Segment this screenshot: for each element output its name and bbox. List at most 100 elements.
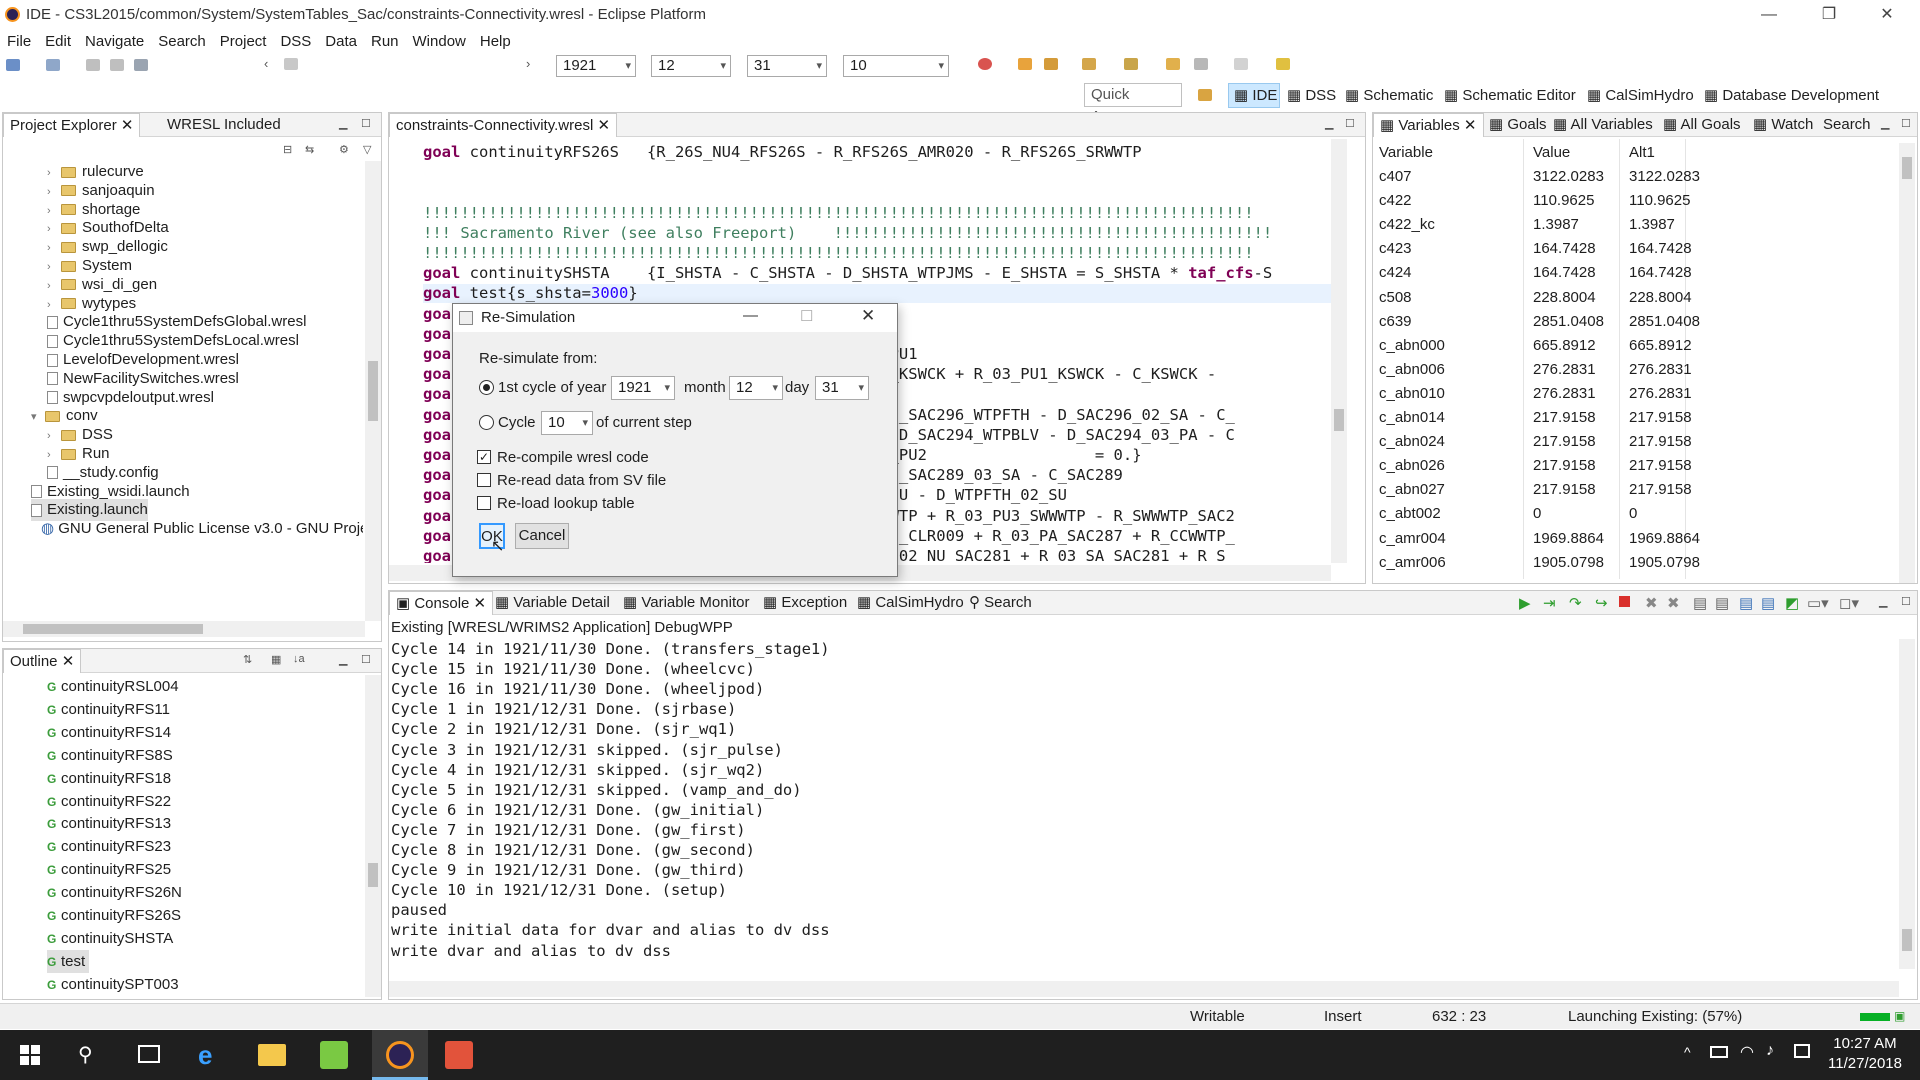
camtasia-icon[interactable]: [320, 1041, 348, 1069]
new-project-icon[interactable]: [46, 59, 60, 71]
tab-goals[interactable]: ▦ Goals: [1483, 113, 1553, 137]
debug-icon[interactable]: [978, 58, 992, 70]
dialog-month-combo[interactable]: 12 ▾: [729, 376, 783, 400]
show-on-output-icon[interactable]: ▤: [1739, 594, 1753, 612]
scrollbar-thumb[interactable]: [1902, 929, 1912, 951]
edit-icon[interactable]: [1044, 58, 1058, 70]
progress-bar[interactable]: [1860, 1013, 1890, 1021]
table-row[interactable]: c422 110.9625 110.9625: [1373, 189, 1893, 213]
tab-calsimhydro[interactable]: ▦ CalSimHydro: [851, 591, 970, 615]
table-row[interactable]: c_amr004 1969.8864 1969.8864: [1373, 527, 1893, 551]
maximize-view-icon[interactable]: ☐: [1345, 117, 1355, 130]
remove-all-icon[interactable]: ✖: [1667, 594, 1680, 612]
outline-item[interactable]: GcontinuityRFS26N: [47, 881, 182, 904]
table-row[interactable]: c_abn000 665.8912 665.8912: [1373, 334, 1893, 358]
minimize-view-icon[interactable]: ▁: [1879, 595, 1887, 608]
outline-item[interactable]: GcontinuitySPT003: [47, 973, 179, 996]
outline-item[interactable]: GcontinuityRSL004: [47, 675, 179, 698]
tab-watch[interactable]: ▦ Watch: [1747, 113, 1819, 137]
step-return-icon[interactable]: ↪: [1595, 594, 1608, 612]
open-perspective-icon[interactable]: [1198, 89, 1212, 101]
pin-icon[interactable]: [1276, 58, 1290, 70]
tab-editor-file[interactable]: constraints-Connectivity.wresl ✕: [389, 113, 618, 137]
scroll-lock-icon[interactable]: ▤: [1693, 594, 1707, 612]
resume-icon[interactable]: ▶: [1519, 594, 1531, 612]
recorder-icon[interactable]: [445, 1041, 473, 1069]
dialog-year-combo[interactable]: 1921 ▾: [611, 376, 675, 400]
outline-item[interactable]: GcontinuityRFS11: [47, 698, 170, 721]
step-icon[interactable]: ⇥: [1543, 594, 1556, 612]
menu-data[interactable]: Data: [325, 33, 357, 50]
tab-all-variables[interactable]: ▦ All Variables: [1547, 113, 1659, 137]
outline-item[interactable]: GcontinuityRFS26S: [47, 904, 181, 927]
menu-search[interactable]: Search: [158, 33, 206, 50]
dialog-day-combo[interactable]: 31 ▾: [815, 376, 869, 400]
table-row[interactable]: c_abn027 217.9158 217.9158: [1373, 478, 1893, 502]
clock-time[interactable]: 10:27 AM: [1830, 1035, 1900, 1052]
menu-edit[interactable]: Edit: [45, 33, 71, 50]
next-annotation-icon[interactable]: [1082, 58, 1096, 70]
search-icon[interactable]: ⚲: [78, 1042, 93, 1067]
last-edit-icon[interactable]: [1166, 58, 1180, 70]
file-explorer-icon[interactable]: [258, 1044, 286, 1066]
year-combo[interactable]: 1921 ▾: [556, 55, 636, 77]
table-row[interactable]: c_abn006 276.2831 276.2831: [1373, 358, 1893, 382]
view-menu-chevron-icon[interactable]: ▽: [363, 143, 371, 156]
maximize-view-icon[interactable]: ☐: [361, 117, 371, 130]
perspective-schematic[interactable]: ▦ Schematic: [1345, 86, 1433, 104]
terminate-icon[interactable]: [1619, 596, 1630, 607]
tab-all-goals[interactable]: ▦ All Goals: [1657, 113, 1747, 137]
outline-item[interactable]: GcontinuityRFS18: [47, 767, 171, 790]
table-row[interactable]: c422_kc 1.3987 1.3987: [1373, 213, 1893, 237]
dialog-cycle-combo[interactable]: 10 ▾: [541, 411, 593, 435]
minimize-view-icon[interactable]: ▁: [1881, 117, 1889, 130]
scrollbar-thumb[interactable]: [1334, 409, 1344, 431]
task-view-icon[interactable]: [138, 1045, 160, 1063]
outline-item[interactable]: GcontinuityRFS23: [47, 835, 171, 858]
console-output[interactable]: Cycle 14 in 1921/11/30 Done. (transfers_…: [391, 639, 1891, 969]
open-folder-icon[interactable]: [1018, 58, 1032, 70]
table-row[interactable]: c_abt002 0 0: [1373, 502, 1893, 526]
new-icon[interactable]: [6, 59, 20, 71]
filter-icon[interactable]: ▦: [271, 653, 281, 666]
tree-item[interactable]: ◍ GNU General Public License v3.0 - GNU …: [41, 518, 363, 540]
chevron-down-icon[interactable]: ▾: [31, 406, 45, 428]
menu-dss[interactable]: DSS: [280, 33, 311, 50]
table-row[interactable]: c_abn024 217.9158 217.9158: [1373, 430, 1893, 454]
scrollbar-thumb[interactable]: [368, 361, 378, 421]
outline-item[interactable]: GcontinuitySHSTA: [47, 927, 173, 950]
table-row[interactable]: c424 164.7428 164.7428: [1373, 261, 1893, 285]
maximize-view-icon[interactable]: ☐: [1901, 117, 1911, 130]
day-combo[interactable]: 31 ▾: [747, 55, 827, 77]
keyboard-icon[interactable]: [1794, 1044, 1810, 1058]
table-header-cell[interactable]: Alt1: [1629, 141, 1655, 165]
minimize-view-icon[interactable]: ▁: [339, 653, 347, 666]
table-row[interactable]: c_abn010 276.2831 276.2831: [1373, 382, 1893, 406]
back-arrow-icon[interactable]: ‹: [264, 56, 268, 71]
print-icon[interactable]: [134, 59, 148, 71]
scrollbar-thumb[interactable]: [23, 624, 203, 634]
minimize-view-icon[interactable]: ▁: [339, 117, 347, 130]
perspective-ide[interactable]: ▦ IDE: [1234, 86, 1277, 104]
toggle-icon[interactable]: [284, 58, 298, 70]
perspective-calsimhydro[interactable]: ▦ CalSimHydro: [1587, 86, 1694, 104]
tree-scrollbar[interactable]: [365, 161, 381, 621]
tab-wresl-included[interactable]: WRESL Included: [161, 113, 287, 137]
outline-item[interactable]: GcontinuityRFS25: [47, 858, 171, 881]
month-combo[interactable]: 12 ▾: [651, 55, 731, 77]
table-row[interactable]: c_abn026 217.9158 217.9158: [1373, 454, 1893, 478]
windows-start-icon[interactable]: [20, 1045, 40, 1065]
sort-icon[interactable]: ⇅: [243, 653, 252, 666]
menu-run[interactable]: Run: [371, 33, 399, 50]
tab-variable-detail[interactable]: ▦ Variable Detail: [489, 591, 616, 615]
recompile-checkbox[interactable]: ✓: [477, 450, 491, 464]
battery-icon[interactable]: [1710, 1046, 1728, 1058]
outline-item[interactable]: GcontinuityRFS22: [47, 790, 171, 813]
table-row[interactable]: c639 2851.0408 2851.0408: [1373, 310, 1893, 334]
eclipse-icon[interactable]: [386, 1041, 414, 1069]
minimize-button[interactable]: —: [1740, 0, 1798, 30]
outline-item[interactable]: Gtest: [47, 949, 90, 973]
tab-project-explorer[interactable]: Project Explorer ✕: [3, 113, 141, 137]
table-row[interactable]: c508 228.8004 228.8004: [1373, 286, 1893, 310]
forward-arrow-icon[interactable]: ›: [526, 56, 530, 71]
